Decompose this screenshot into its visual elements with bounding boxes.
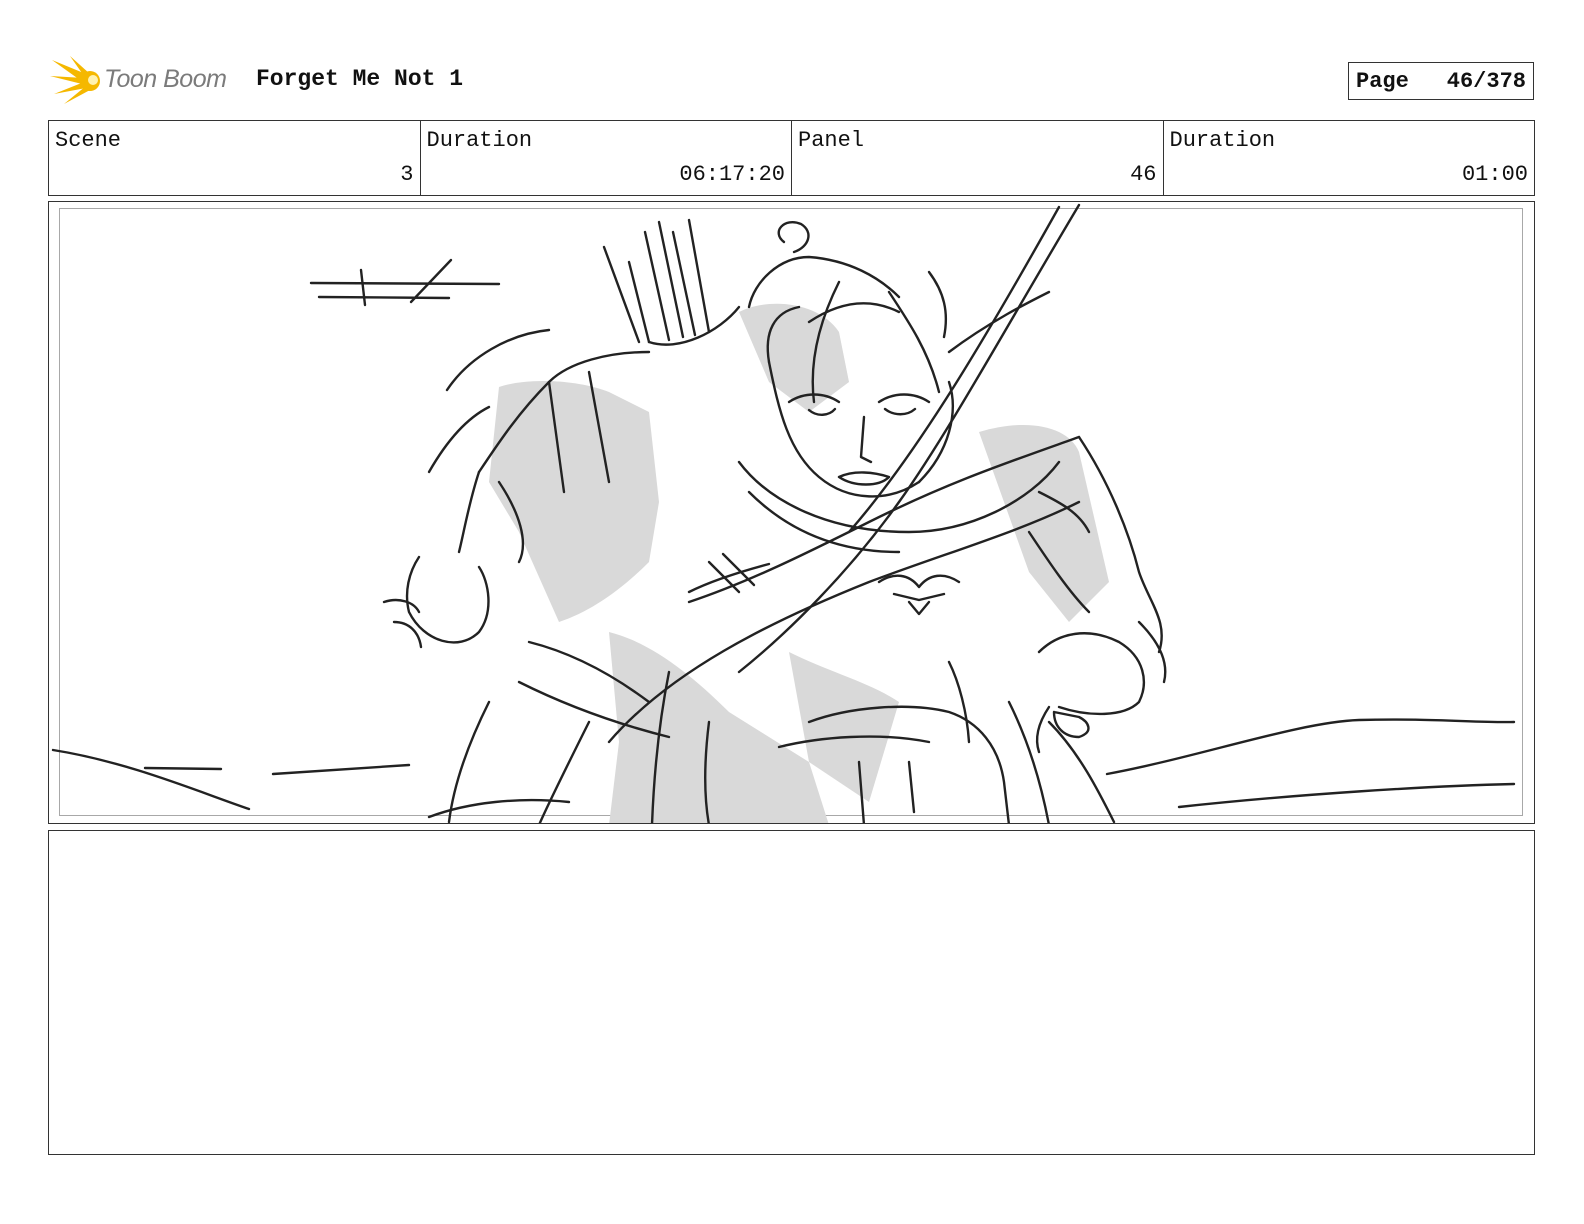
storyboard-panel [48,201,1535,824]
page-label: Page [1356,68,1409,94]
scene-duration-cell: Duration 06:17:20 [421,121,792,195]
panel-duration-label: Duration [1169,128,1276,153]
panel-label: Panel [798,128,865,153]
scene-cell: Scene 3 [49,121,421,195]
logo-text: Toon Boom [104,65,227,93]
scene-label: Scene [55,128,122,153]
panel-info-table: Scene 3 Duration 06:17:20 Panel 46 Durat… [48,120,1535,196]
panel-value: 46 [1130,162,1157,187]
toon-boom-logo: Toon Boom [50,54,240,106]
sketch-shading [489,303,1109,823]
panel-duration-value: 01:00 [1461,162,1528,187]
page-indicator: Page 46/378 [1348,62,1534,100]
scene-duration-value: 06:17:20 [679,162,785,187]
panel-notes-area[interactable] [48,830,1535,1155]
panel-duration-cell: Duration 01:00 [1164,121,1535,195]
panel-cell: Panel 46 [792,121,1164,195]
sketch-lines [51,203,1516,823]
page-number: 46/378 [1446,68,1526,94]
scene-value: 3 [400,162,414,187]
toon-boom-flare-icon [50,56,100,104]
scene-duration-label: Duration [426,128,533,153]
storyboard-sketch-image [51,203,1516,823]
project-title: Forget Me Not 1 [256,66,464,92]
